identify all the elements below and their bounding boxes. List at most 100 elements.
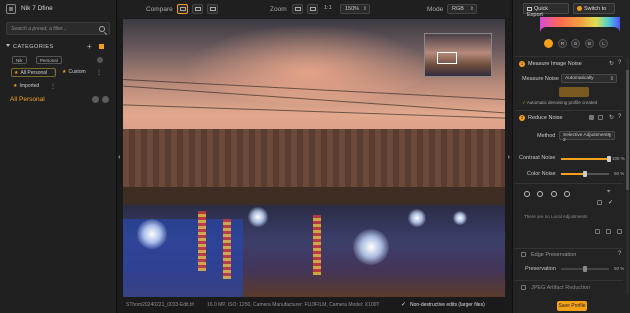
channel-l-button[interactable]: L [599,39,608,48]
search-icon[interactable] [99,26,105,32]
chevron-updown-icon: ⇕ [607,133,612,139]
method-label: Method [537,133,556,139]
save-profile-button[interactable]: Save Profile [557,301,587,311]
compare-side-button[interactable] [207,4,218,14]
clear-filters-icon[interactable] [97,57,103,63]
selected-category-title: All Personal [10,96,45,103]
navigator-thumbnail[interactable] [424,33,492,77]
mode-select[interactable]: RGB ⇕ [447,4,477,14]
divider [515,280,623,281]
checkmark-icon[interactable]: ✓ [608,199,613,206]
lasso-icon[interactable] [564,191,570,197]
checkmark-icon[interactable]: ✓ [401,301,406,308]
paste-icon[interactable] [606,229,611,234]
app-title: Nik 7 Dfine [21,5,53,12]
navigator-viewport[interactable] [437,52,457,64]
preservation-value: 50 % [614,266,625,271]
brush-icon[interactable] [551,191,557,197]
app-switch-icon [577,6,582,11]
chevron-down-icon [6,44,10,47]
photo-light [408,209,426,227]
copy-icon[interactable] [595,229,600,234]
more-options-icon[interactable]: ⋮ [50,83,56,90]
contrast-noise-label: Contrast Noise [519,155,556,161]
no-local-adjustments-text: There are no Local Adjustments [524,214,588,219]
compare-icon[interactable] [589,115,594,120]
channel-r-button[interactable]: R [558,39,567,48]
more-options-icon[interactable]: ⋮ [52,69,58,76]
chevron-updown-icon: ⇕ [609,76,614,82]
contrast-noise-slider[interactable] [561,156,611,162]
star-icon: ★ [14,70,19,76]
divider [515,56,623,57]
collapse-left-panel-handle[interactable] [117,150,121,164]
compare-single-button[interactable] [177,4,188,14]
delete-icon[interactable] [617,229,622,234]
collapse-right-panel-handle[interactable] [507,150,511,164]
add-category-button[interactable]: + [87,42,92,51]
contrast-noise-value: 100 % [612,156,625,161]
right-panel: Quick Export Switch to R G B L 1 Measure … [512,0,630,313]
zoom-100-button[interactable]: 1:1 [324,5,332,11]
help-icon[interactable]: ? [618,251,621,257]
search-placeholder: Search a preset, a filter... [11,26,67,32]
compare-split-button[interactable] [192,4,203,14]
channel-rgb-button[interactable] [544,39,553,48]
filter-chip-personal[interactable]: Personal [36,56,62,64]
eye-icon[interactable] [598,115,603,120]
zoom-fit-button[interactable] [292,4,303,14]
categories-header[interactable]: CATEGORIES [6,44,54,50]
switch-to-button[interactable]: Switch to [573,3,615,14]
tag-imported[interactable]: ★ Imported [11,82,41,91]
quick-export-button[interactable]: Quick Export [523,3,569,18]
search-input[interactable]: Search a preset, a filter... [6,22,110,35]
preservation-slider[interactable] [561,266,609,272]
control-point-icon[interactable] [524,191,530,197]
panel-scroll-thumb[interactable] [626,70,629,190]
reset-icon[interactable]: ↻ [609,60,614,67]
photo-tinsel [198,211,206,271]
add-preset-button[interactable] [102,96,109,103]
status-filename: SThom20240221_0033-Edit.tif [126,302,194,308]
filter-chip-nik[interactable]: Nik [12,56,27,64]
star-icon: ★ [62,69,67,75]
measure-apply-button[interactable] [559,87,589,97]
tag-all-personal[interactable]: ★ All Personal [11,68,56,77]
fill-icon [310,7,316,11]
remove-preset-button[interactable] [92,96,99,103]
jpeg-artifact-checkbox[interactable] [521,285,526,290]
preservation-knob[interactable] [583,266,587,272]
divider [515,183,623,184]
side-by-side-icon [210,7,216,11]
eyedropper-icon[interactable]: ⌖ [607,189,610,196]
color-noise-knob[interactable] [583,171,587,177]
category-color-icon[interactable] [99,44,104,49]
photo-light [353,229,389,265]
status-metadata: 16.0 MP, ISO: 1250, Camera Manufacturer:… [207,302,380,308]
edge-preservation-header[interactable]: Edge Preservation [531,252,576,258]
method-select[interactable]: Selective Adjustments 2 ⇕ [559,131,615,143]
show-mask-icon[interactable] [597,200,602,205]
help-icon[interactable]: ? [618,60,621,66]
measure-noise-select[interactable]: Automatically ⇕ [561,74,617,83]
photo-tinsel [223,219,231,279]
zoom-select[interactable]: 150% ⇕ [340,4,370,14]
reset-icon[interactable]: ↻ [609,114,614,121]
help-icon[interactable]: ? [618,114,621,120]
edge-preservation-checkbox[interactable] [521,252,526,257]
divider [515,110,623,111]
contrast-noise-fill [561,158,609,160]
zoom-fill-button[interactable] [307,4,318,14]
jpeg-artifact-header[interactable]: JPEG Artifact Reduction [531,285,590,291]
control-point-minus-icon[interactable] [537,191,543,197]
color-noise-slider[interactable] [561,171,609,177]
tag-custom[interactable]: ★ Custom [60,68,88,77]
channel-b-button[interactable]: B [585,39,594,48]
channel-g-button[interactable]: G [571,39,580,48]
measure-noise-header[interactable]: 1 Measure Image Noise [519,61,582,67]
contrast-noise-knob[interactable] [607,156,611,162]
image-canvas[interactable] [123,19,505,297]
more-options-icon[interactable]: ⋮ [96,69,102,76]
status-bar: SThom20240221_0033-Edit.tif 16.0 MP, ISO… [123,299,505,313]
reduce-noise-header[interactable]: 2 Reduce Noise [519,115,563,121]
